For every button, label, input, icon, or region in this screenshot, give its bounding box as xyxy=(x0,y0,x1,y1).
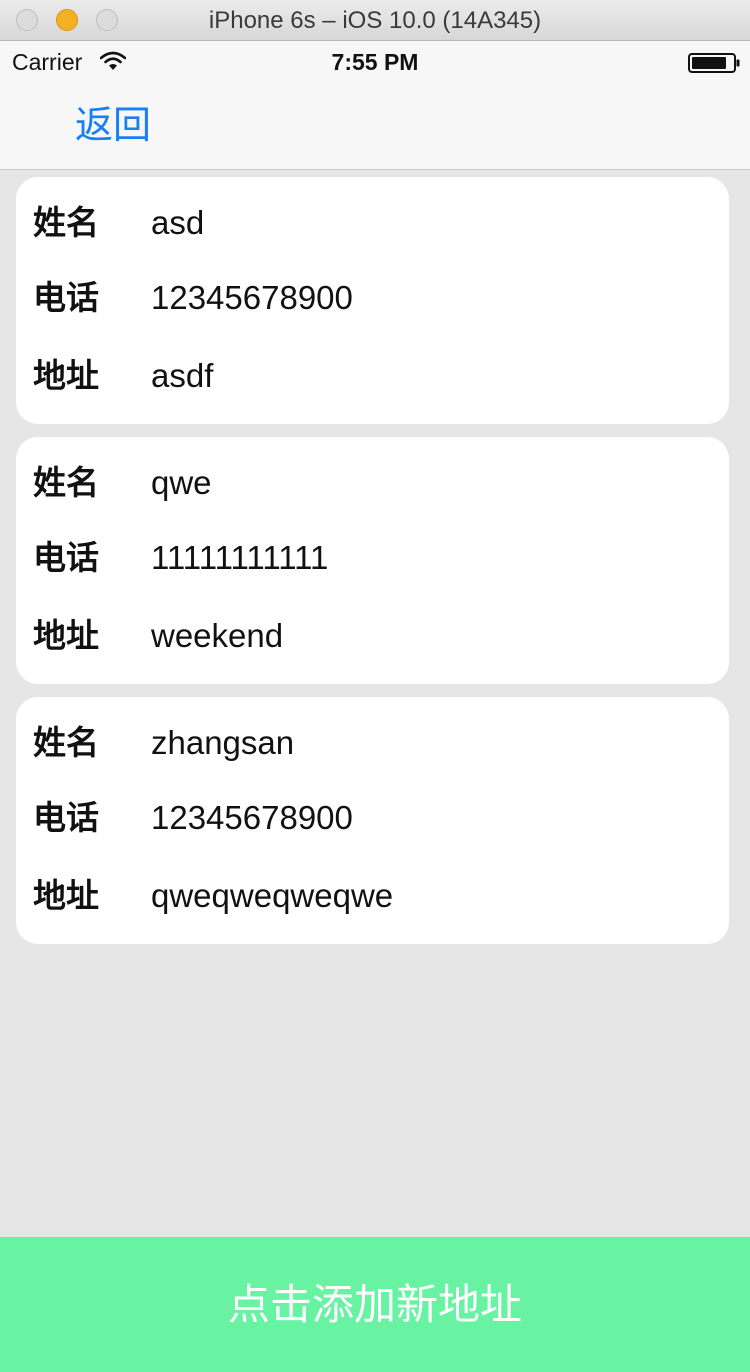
status-bar: Carrier 7:55 PM xyxy=(0,41,750,83)
phone-value: 11111111111 xyxy=(151,539,329,576)
address-label: 地址 xyxy=(33,356,99,395)
phone-label: 电话 xyxy=(33,538,99,577)
name-label: 姓名 xyxy=(33,463,99,502)
name-value: zhangsan xyxy=(151,724,295,761)
phone-label: 电话 xyxy=(33,278,99,317)
address-card[interactable]: 姓名 asd 电话 12345678900 地址 asdf xyxy=(16,177,729,424)
back-button[interactable]: 返回 xyxy=(75,103,151,147)
address-value: weekend xyxy=(151,617,284,654)
name-value: qwe xyxy=(151,464,212,501)
name-label: 姓名 xyxy=(33,203,99,242)
name-row: 姓名 qwe xyxy=(16,461,729,505)
name-value: asd xyxy=(151,204,205,241)
address-value: qweqweqweqwe xyxy=(151,877,394,914)
address-row: 地址 qweqweqweqwe xyxy=(16,874,729,918)
address-card[interactable]: 姓名 zhangsan 电话 12345678900 地址 qweqweqweq… xyxy=(16,697,729,944)
address-row: 地址 asdf xyxy=(16,354,729,398)
address-row: 地址 weekend xyxy=(16,614,729,658)
simulator-title-bar: iPhone 6s – iOS 10.0 (14A345) xyxy=(0,0,750,41)
battery-icon xyxy=(688,53,740,73)
phone-value: 12345678900 xyxy=(151,799,353,836)
add-new-address-button[interactable]: 点击添加新地址 xyxy=(0,1237,750,1372)
name-row: 姓名 asd xyxy=(16,201,729,245)
address-label: 地址 xyxy=(33,876,99,915)
phone-value: 12345678900 xyxy=(151,279,353,316)
phone-label: 电话 xyxy=(33,798,99,837)
address-card[interactable]: 姓名 qwe 电话 11111111111 地址 weekend xyxy=(16,437,729,684)
phone-row: 电话 12345678900 xyxy=(16,796,729,840)
simulator-window: iPhone 6s – iOS 10.0 (14A345) Carrier 7:… xyxy=(0,0,750,1372)
window-title: iPhone 6s – iOS 10.0 (14A345) xyxy=(208,7,542,34)
address-value: asdf xyxy=(151,357,214,394)
phone-row: 电话 12345678900 xyxy=(16,276,729,320)
address-label: 地址 xyxy=(33,616,99,655)
phone-row: 电话 11111111111 xyxy=(16,536,729,580)
name-row: 姓名 zhangsan xyxy=(16,721,729,765)
navigation-bar: 返回 xyxy=(0,83,750,170)
name-label: 姓名 xyxy=(33,723,99,762)
status-time: 7:55 PM xyxy=(331,49,419,75)
